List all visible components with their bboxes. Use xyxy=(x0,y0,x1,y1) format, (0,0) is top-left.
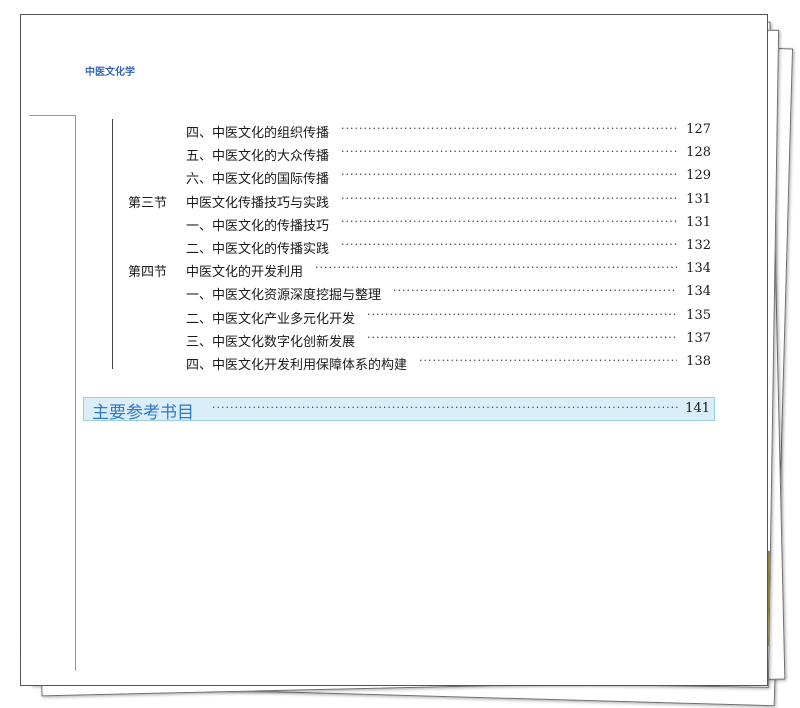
toc-entry-title: 一、中医文化资源深度挖掘与整理 xyxy=(186,288,382,304)
document-page: 中医文化学 四、中医文化的组织传播 ·······················… xyxy=(20,14,768,686)
dot-leader: ········································… xyxy=(367,307,677,321)
toc-entry-title: 二、中医文化的传播实践 xyxy=(186,241,330,257)
toc-entry[interactable]: 二、中医文化的传播实践 ·····························… xyxy=(21,234,767,257)
dot-leader: ········································… xyxy=(341,191,677,205)
toc-entry-title: 四、中医文化的组织传播 xyxy=(186,126,330,141)
toc-page-number: 134 xyxy=(686,284,711,300)
references-entry[interactable]: 主要参考书目 ·································… xyxy=(83,397,715,423)
dot-leader: ········································… xyxy=(341,214,677,228)
running-head: 中医文化学 xyxy=(85,67,135,78)
toc-page-number: 131 xyxy=(686,191,711,207)
toc-entry-title: 三、中医文化数字化创新发展 xyxy=(186,334,356,350)
table-of-contents: 四、中医文化的组织传播 ·····························… xyxy=(21,118,767,373)
dot-leader: ········································… xyxy=(419,353,677,367)
toc-entry-title: 四、中医文化开发利用保障体系的构建 xyxy=(186,357,408,373)
toc-entry[interactable]: 第三节 中医文化传播技巧与实践 ··························… xyxy=(21,188,767,211)
toc-page-number: 131 xyxy=(686,214,711,230)
toc-page-number: 134 xyxy=(686,261,711,277)
toc-entry[interactable]: 五、中医文化的大众传播 ·····························… xyxy=(21,141,767,164)
toc-page-number: 129 xyxy=(686,168,711,184)
margin-rule xyxy=(29,115,75,116)
toc-entry-title: 六、中医文化的国际传播 xyxy=(186,172,330,188)
toc-entry-title: 中医文化传播技巧与实践 xyxy=(186,195,330,211)
toc-page-number: 137 xyxy=(686,330,711,346)
toc-entry[interactable]: 六、中医文化的国际传播 ·····························… xyxy=(21,164,767,187)
toc-entry[interactable]: 一、中医文化资源深度挖掘与整理 ·························… xyxy=(21,280,767,303)
dot-leader: ········································… xyxy=(315,261,677,275)
toc-page-number: 135 xyxy=(686,307,711,323)
toc-entry[interactable]: 四、中医文化开发利用保障体系的构建 ·······················… xyxy=(21,350,767,373)
dot-leader: ········································… xyxy=(341,145,677,159)
toc-entry[interactable]: 二、中医文化产业多元化开发 ···························… xyxy=(21,304,767,327)
dot-leader: ········································… xyxy=(367,330,677,344)
dot-leader: ········································… xyxy=(212,401,678,414)
references-page-number: 141 xyxy=(685,401,710,416)
toc-page-number: 138 xyxy=(686,353,711,369)
toc-entry[interactable]: 四、中医文化的组织传播 ·····························… xyxy=(21,118,767,141)
dot-leader: ········································… xyxy=(393,284,677,298)
toc-page-number: 128 xyxy=(686,145,711,161)
toc-entry[interactable]: 三、中医文化数字化创新发展 ···························… xyxy=(21,327,767,350)
dot-leader: ········································… xyxy=(341,237,677,251)
toc-section-number: 第三节 xyxy=(128,195,168,211)
toc-entry-title: 一、中医文化的传播技巧 xyxy=(186,218,330,234)
toc-entry-title: 中医文化的开发利用 xyxy=(186,265,304,281)
references-title: 主要参考书目 xyxy=(92,403,194,423)
toc-entry[interactable]: 一、中医文化的传播技巧 ·····························… xyxy=(21,211,767,234)
toc-entry-title: 五、中医文化的大众传播 xyxy=(186,149,330,165)
dot-leader: ········································… xyxy=(341,122,677,135)
dot-leader: ········································… xyxy=(341,168,677,182)
toc-section-number: 第四节 xyxy=(128,265,168,281)
toc-entry[interactable]: 第四节 中医文化的开发利用 ····························… xyxy=(21,257,767,280)
toc-page-number: 127 xyxy=(686,122,711,137)
toc-entry-title: 二、中医文化产业多元化开发 xyxy=(186,311,356,327)
toc-page-number: 132 xyxy=(686,237,711,253)
